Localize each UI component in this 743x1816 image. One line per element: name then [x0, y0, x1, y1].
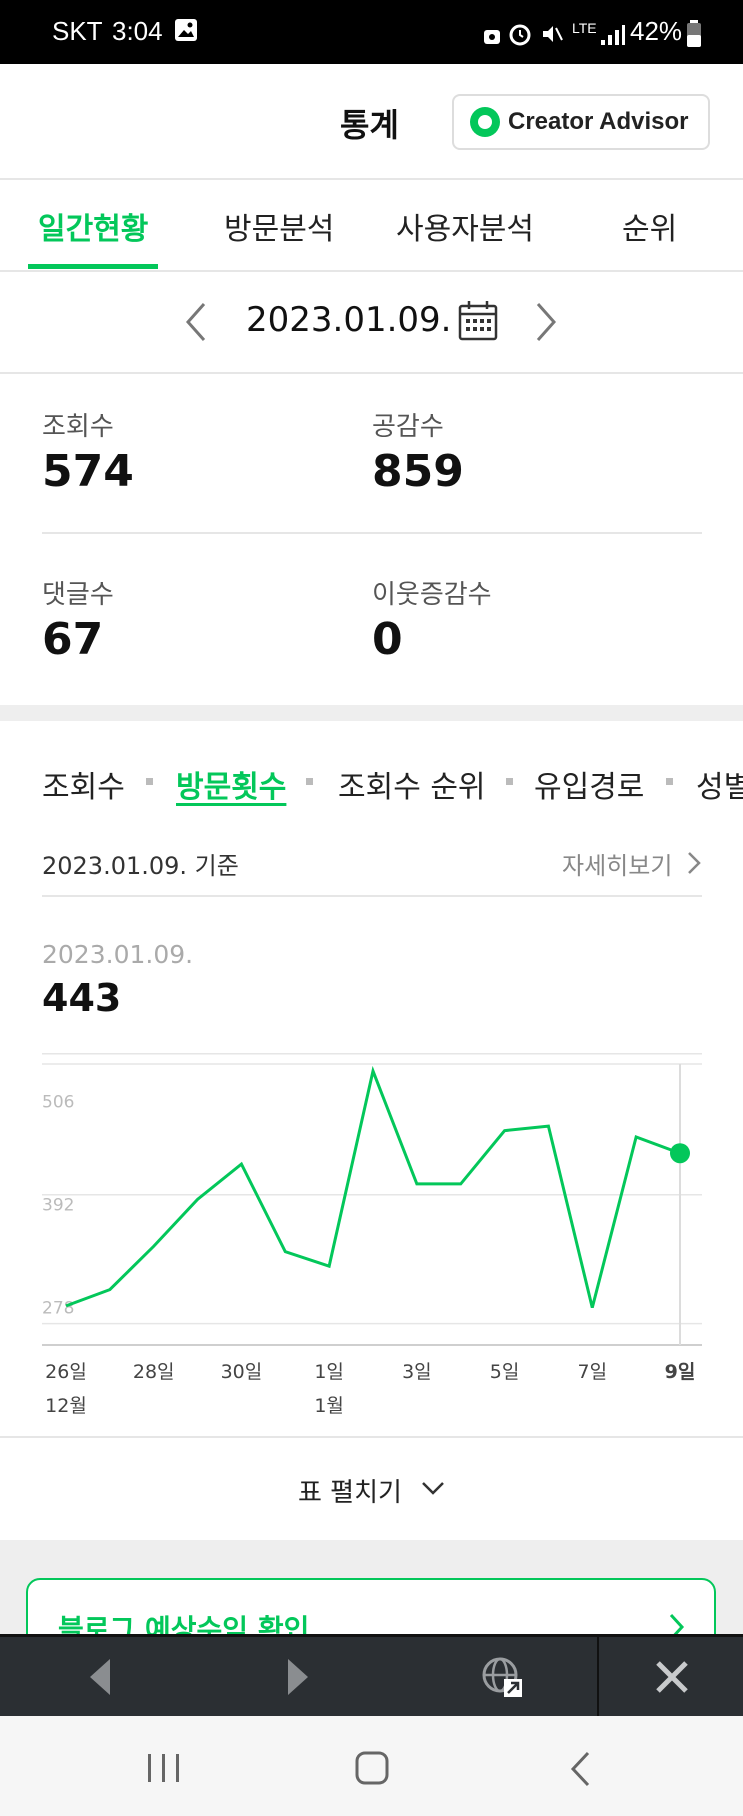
- x-tick-label: 3일: [402, 1361, 432, 1383]
- stats-grid: 조회수 574 공감수 859 댓글수 67 이웃증감수 0: [0, 374, 743, 704]
- subtab-gender[interactable]: 성별: [696, 762, 743, 806]
- status-bar: SKT 3:04 LTE 42%: [0, 0, 743, 64]
- x-tick-label: 30일: [221, 1361, 263, 1383]
- calendar-icon[interactable]: [458, 300, 498, 342]
- system-nav-bar: [0, 1716, 743, 1816]
- app-header: 통계 Creator Advisor: [0, 64, 743, 180]
- neighbors-value: 0: [372, 614, 403, 665]
- likes-label: 공감수: [372, 412, 444, 442]
- creator-advisor-logo-icon: [470, 107, 500, 137]
- x-tick-label: 28일: [133, 1361, 175, 1383]
- alarm-icon: [509, 24, 531, 46]
- detail-chevron-icon[interactable]: [686, 850, 702, 876]
- subtab-separator: [146, 778, 153, 785]
- carrier-label: SKT: [52, 16, 103, 46]
- tab-ranking[interactable]: 순위: [622, 204, 677, 248]
- next-date-chevron-icon[interactable]: [532, 300, 562, 344]
- chevron-down-icon: [422, 1482, 444, 1495]
- prev-date-chevron-icon[interactable]: [180, 300, 210, 344]
- basis-divider: [42, 895, 702, 897]
- close-icon[interactable]: [654, 1659, 690, 1695]
- browser-forward-icon[interactable]: [286, 1657, 310, 1697]
- expand-table-row[interactable]: 표 펼치기: [0, 1436, 743, 1542]
- clock: 3:04: [112, 16, 163, 46]
- subtab-views[interactable]: 조회수: [42, 762, 125, 806]
- tab-visit-analysis[interactable]: 방문분석: [224, 204, 334, 248]
- selected-date: 2023.01.09.: [42, 940, 194, 969]
- main-tabs: 일간현황 방문분석 사용자분석 순위: [0, 180, 743, 272]
- x-tick-label: 1일: [314, 1361, 344, 1383]
- gallery-icon: [175, 19, 197, 41]
- section-separator: [0, 705, 743, 721]
- y-tick-label: 392: [42, 1196, 74, 1216]
- subtab-separator: [506, 778, 513, 785]
- views-label: 조회수: [42, 412, 114, 442]
- battery-icon: [687, 20, 701, 47]
- toolbar-divider: [597, 1637, 599, 1719]
- network-type: LTE: [572, 20, 597, 36]
- chart-highlight-point: [670, 1143, 690, 1164]
- basis-date-text: 2023.01.09. 기준: [42, 852, 239, 880]
- expand-table-label: 표 펼치기: [298, 1478, 402, 1508]
- visits-line-chart[interactable]: 278 392 506 26일 28일 30일 1일 3일 5일 7일 9일 12월 1월: [0, 1050, 743, 1430]
- subtab-separator: [666, 778, 673, 785]
- active-tab-indicator: [28, 264, 158, 269]
- subtab-referrer[interactable]: 유입경로: [534, 762, 644, 806]
- x-month-label: 1월: [314, 1395, 344, 1417]
- views-value: 574: [42, 446, 134, 497]
- selected-value: 443: [42, 976, 122, 1020]
- creator-advisor-label: Creator Advisor: [508, 108, 689, 135]
- comments-label: 댓글수: [42, 580, 114, 610]
- recent-apps-icon[interactable]: [146, 1752, 182, 1784]
- battery-percent: 42%: [630, 16, 683, 46]
- current-date: 2023.01.09.: [246, 300, 452, 340]
- neighbors-label: 이웃증감수: [372, 580, 492, 610]
- likes-value: 859: [372, 446, 464, 497]
- page-title: 통계: [340, 106, 399, 144]
- chart-series-line: [65, 1065, 681, 1309]
- creator-advisor-button[interactable]: Creator Advisor: [452, 94, 710, 150]
- subtab-view-ranking[interactable]: 조회수 순위: [338, 762, 486, 806]
- globe-open-icon[interactable]: [480, 1655, 524, 1699]
- y-tick-label: 278: [42, 1299, 74, 1319]
- tab-user-analysis[interactable]: 사용자분석: [396, 204, 534, 248]
- alarm-lock-icon: [484, 30, 500, 44]
- browser-back-icon[interactable]: [88, 1657, 112, 1697]
- y-tick-label: 506: [42, 1093, 74, 1113]
- x-tick-label: 9일: [665, 1361, 696, 1383]
- subtab-visits[interactable]: 방문횟수: [176, 762, 286, 806]
- x-tick-label: 5일: [490, 1361, 520, 1383]
- stats-divider: [42, 532, 702, 534]
- subtab-separator: [306, 778, 313, 785]
- comments-value: 67: [42, 614, 104, 665]
- tab-daily[interactable]: 일간현황: [38, 204, 148, 248]
- x-tick-label: 7일: [577, 1361, 607, 1383]
- date-navigator: 2023.01.09.: [0, 272, 743, 374]
- mute-icon: [543, 26, 563, 42]
- signal-icon: [601, 25, 625, 45]
- browser-toolbar: [0, 1634, 743, 1719]
- home-icon[interactable]: [354, 1750, 390, 1786]
- x-tick-label: 26일: [45, 1361, 87, 1383]
- x-month-label: 12월: [45, 1395, 87, 1417]
- system-back-icon[interactable]: [568, 1750, 592, 1788]
- detail-link[interactable]: 자세히보기: [562, 846, 672, 881]
